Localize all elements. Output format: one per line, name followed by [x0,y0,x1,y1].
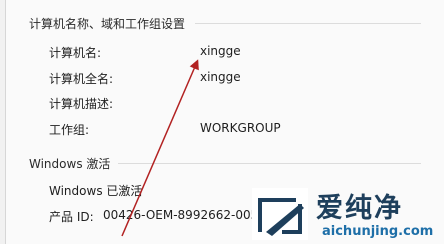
full-computer-name-value: xingge [200,70,241,84]
product-id-label: 产品 ID: [49,210,94,224]
watermark-url: aichunjing.com [322,224,434,239]
computer-name-value: xingge [200,44,241,58]
activation-status: Windows 已激活 [49,184,143,198]
workgroup-value: WORKGROUP [200,121,281,135]
section-divider [118,163,421,164]
computer-description-label: 计算机描述: [49,97,114,111]
section-title-activation: Windows 激活 [29,157,111,171]
workgroup-label: 工作组: [49,123,90,137]
section-title-computer-settings: 计算机名称、域和工作组设置 [29,17,186,31]
product-id-value: 00426-OEM-8992662-005 [103,208,259,222]
watermark-logo-icon [252,188,308,240]
watermark-brand: 爱纯净 [316,193,403,224]
watermark: 爱纯净 aichunjing.com [252,184,444,244]
computer-name-label: 计算机名: [49,46,102,60]
section-divider [195,23,421,24]
full-computer-name-label: 计算机全名: [49,72,114,86]
